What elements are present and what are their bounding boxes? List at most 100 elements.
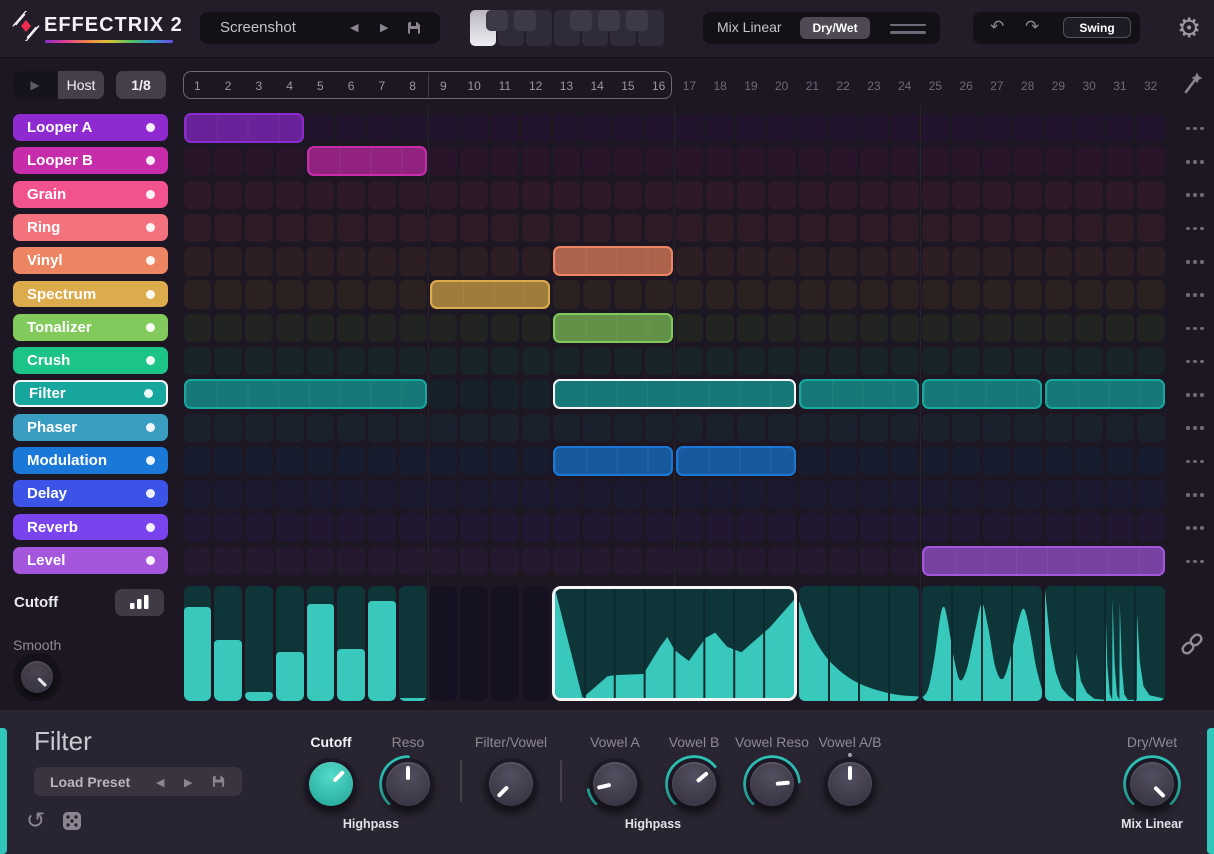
grid-cell[interactable] [614,213,642,243]
grid-cell[interactable] [860,114,888,143]
grid-cell[interactable] [429,347,458,376]
grid-cell[interactable] [860,213,888,243]
grid-cell[interactable] [890,213,919,243]
grid-cell[interactable] [921,313,950,343]
grid-cell[interactable] [798,546,827,576]
track-button-tonalizer[interactable]: Tonalizer [13,313,168,341]
track-button-modulation[interactable]: Modulation [13,447,168,474]
grid-cell[interactable] [337,546,365,576]
grid-cell[interactable] [644,180,673,210]
grid-cell[interactable] [706,280,734,309]
grid-cell[interactable] [737,280,765,309]
grid-cell[interactable] [737,213,765,243]
grid-cell[interactable] [767,213,796,243]
knob-vowel-reso[interactable] [740,752,804,816]
grid-cell[interactable] [245,213,273,243]
grid-cell[interactable] [798,446,827,476]
grid-cell[interactable] [337,446,365,476]
grid-cell[interactable] [521,213,550,243]
effect-block-filter[interactable] [183,379,427,410]
grid-cell[interactable] [952,280,980,309]
track-button-vinyl[interactable]: Vinyl [13,247,168,275]
grid-cell[interactable] [583,180,611,210]
grid-cell[interactable] [491,180,519,210]
grid-cell[interactable] [1075,147,1103,176]
grid-cell[interactable] [952,313,980,343]
grid-cell[interactable] [767,546,796,576]
grid-cell[interactable] [306,180,335,210]
grid-cell[interactable] [952,347,980,376]
grid-cell[interactable] [183,546,212,576]
grid-cell[interactable] [798,247,827,276]
grid-cell[interactable] [890,446,919,476]
grid-cell[interactable] [890,313,919,343]
grid-cell[interactable] [429,180,458,210]
grid-cell[interactable] [214,413,242,443]
track-button-level[interactable]: Level [13,546,168,574]
grid-cell[interactable] [860,280,888,309]
grid-cell[interactable] [337,280,365,309]
grid-cell[interactable] [1106,180,1134,210]
grid-cell[interactable] [183,147,212,176]
grid-cell[interactable] [214,280,242,309]
grid-cell[interactable] [521,480,550,509]
grid-cell[interactable] [675,480,704,509]
effect-preset-save-icon[interactable] [211,774,226,789]
grid-cell[interactable] [829,247,857,276]
grid-cell[interactable] [983,247,1011,276]
grid-cell[interactable] [829,313,857,343]
envelope-empty-step-11[interactable] [491,586,519,701]
grid-cell[interactable] [491,380,519,409]
grid-cell[interactable] [337,114,365,143]
grid-cell[interactable] [583,413,611,443]
grid-cell[interactable] [275,413,304,443]
grid-cell[interactable] [491,347,519,376]
grid-cell[interactable] [860,313,888,343]
track-enable-dot[interactable] [146,422,155,432]
grid-cell[interactable] [398,546,427,576]
track-button-delay[interactable]: Delay [13,480,168,508]
grid-cell[interactable] [829,180,857,210]
grid-cell[interactable] [275,513,304,542]
grid-cell[interactable] [921,413,950,443]
grid-cell[interactable] [429,546,458,576]
grid-cell[interactable] [398,446,427,476]
grid-cell[interactable] [1075,313,1103,343]
grid-cell[interactable] [1044,247,1073,276]
grid-cell[interactable] [737,513,765,542]
grid-cell[interactable] [1013,446,1042,476]
grid-cell[interactable] [1106,313,1134,343]
track-button-spectrum[interactable]: Spectrum [13,280,168,308]
envelope-bar-step-4[interactable] [275,586,304,701]
step-number-30[interactable]: 30 [1074,72,1105,100]
grid-cell[interactable] [306,347,335,376]
grid-cell[interactable] [368,480,396,509]
grid-cell[interactable] [306,546,335,576]
effect-block-looper-b[interactable] [306,146,427,177]
grid-cell[interactable] [398,513,427,542]
grid-cell[interactable] [1044,480,1073,509]
grid-cell[interactable] [214,546,242,576]
grid-cell[interactable] [306,513,335,542]
row-menu-button[interactable] [1177,245,1213,278]
knob-vowel-a[interactable] [583,752,647,816]
grid-cell[interactable] [491,513,519,542]
grid-cell[interactable] [921,446,950,476]
grid-cell[interactable] [767,413,796,443]
envelope-shape-region[interactable] [921,586,1042,701]
grid-cell[interactable] [245,513,273,542]
grid-cell[interactable] [706,313,734,343]
grid-cell[interactable] [706,180,734,210]
grid-cell[interactable] [890,513,919,542]
preset-save-icon[interactable] [406,20,422,36]
grid-cell[interactable] [306,213,335,243]
pattern-key-11[interactable] [626,10,648,31]
grid-cell[interactable] [1044,446,1073,476]
grid-cell[interactable] [860,413,888,443]
grid-cell[interactable] [368,213,396,243]
grid-cell[interactable] [890,114,919,143]
grid-cell[interactable] [306,280,335,309]
grid-cell[interactable] [1013,247,1042,276]
grid-cell[interactable] [921,114,950,143]
step-number-23[interactable]: 23 [859,72,890,100]
